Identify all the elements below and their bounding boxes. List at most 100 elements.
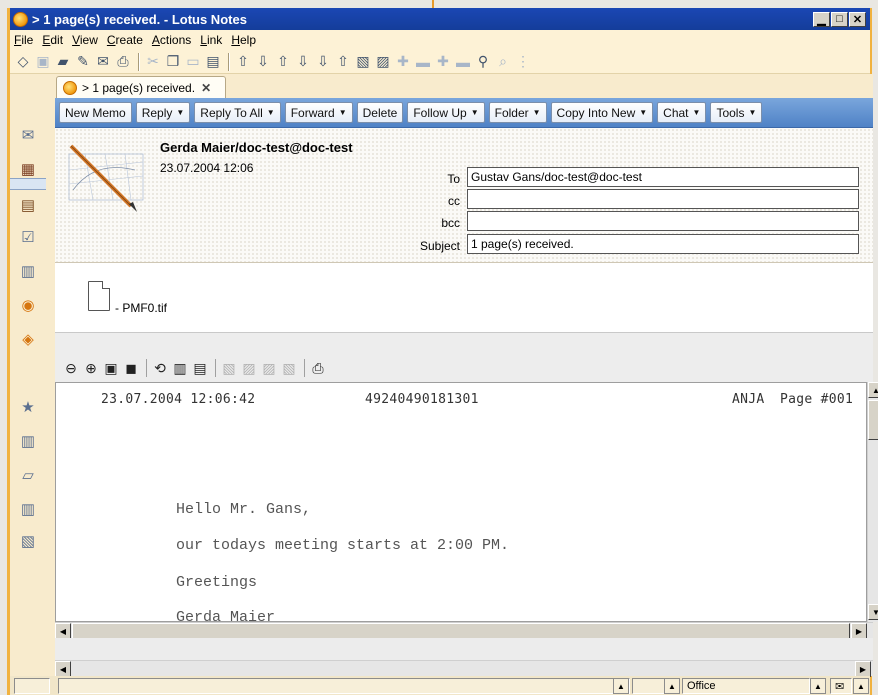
location-arrow-icon[interactable]: ▲ [810,678,826,694]
reply-button[interactable]: Reply ▼ [135,102,191,123]
follow-up-button[interactable]: Follow Up ▼ [407,102,485,123]
history-bookmark-icon[interactable]: ▱ [16,464,40,486]
print-icon[interactable]: ⎙ [114,53,132,71]
navigate-next-icon[interactable]: ⇩ [294,53,312,71]
previous-unread-icon[interactable]: ⇧ [334,53,352,71]
cut-icon[interactable]: ✂ [144,53,162,71]
file-attachment-icon[interactable] [88,281,110,311]
scroll-right-icon[interactable]: ▶ [851,623,867,639]
fax-image-view[interactable]: 23.07.2004 12:06:42 49240490181301 ANJA … [55,382,867,622]
show-main-icon[interactable]: ▨ [374,53,392,71]
rotate-left-icon[interactable]: ▥ [171,359,189,377]
vertical-scroll-thumb[interactable] [868,400,878,440]
mail-bookmark-icon[interactable]: ✉ [16,124,40,146]
title-bar[interactable]: > 1 page(s) received. - Lotus Notes ▁ □ … [10,8,870,30]
copy-into-new-button[interactable]: Copy Into New ▼ [550,102,654,123]
expand-all-icon[interactable]: ✚ [394,53,412,71]
status-message-cell[interactable] [58,678,630,694]
folder-button[interactable]: Folder ▼ [488,102,547,123]
save-icon[interactable]: ▣ [34,53,52,71]
fit-width-icon[interactable]: ▣ [102,359,120,377]
tab-received-fax[interactable]: > 1 page(s) received. ✕ [56,76,226,98]
mail-status-arrow-icon[interactable]: ▲ [853,678,869,694]
menu-view[interactable]: View [72,33,98,47]
scroll-left-icon[interactable]: ◀ [55,623,71,639]
menu-link[interactable]: Link [200,33,222,47]
rotate-right-icon[interactable]: ▤ [191,359,209,377]
scroll-right-icon[interactable]: ▶ [855,661,871,677]
lotus-notes-app-icon[interactable] [13,11,28,27]
zoom-out-icon[interactable]: ⊖ [62,359,80,377]
scroll-down-icon[interactable]: ▼ [868,604,878,620]
zoom-in-icon[interactable]: ⊕ [82,359,100,377]
first-page-icon[interactable]: ▧ [220,359,238,377]
horizontal-scroll-thumb[interactable] [72,623,850,639]
replicator-bookmark-icon[interactable]: ▥ [16,260,40,282]
tools-button[interactable]: Tools ▼ [710,102,763,123]
menu-file[interactable]: File [14,33,33,47]
to-field[interactable]: Gustav Gans/doc-test@doc-test [467,167,859,187]
fit-page-icon[interactable]: ◼ [122,359,140,377]
subject-field[interactable]: 1 page(s) received. [467,234,859,254]
navigate-previous-icon[interactable]: ⇧ [274,53,292,71]
edit-pencil-icon[interactable]: ✎ [74,53,92,71]
forward-button[interactable]: Forward ▼ [284,102,353,123]
open-folder-icon[interactable]: ▰ [54,53,72,71]
rotate-icon[interactable]: ⟲ [151,359,169,377]
document-horizontal-scrollbar[interactable]: ◀ ▶ [55,660,873,677]
favorites-bookmark-icon[interactable]: ◉ [16,294,40,316]
scroll-up-icon[interactable]: ▲ [868,382,878,398]
copy-icon[interactable]: ❐ [164,53,182,71]
attachment-name[interactable]: - PMF0.tif [115,301,167,315]
toolbar-options-icon[interactable]: ⋮ [514,53,532,71]
location-selector[interactable]: Office [682,678,810,694]
paste-disabled-icon[interactable]: ▭ [184,53,202,71]
menu-create[interactable]: Create [107,33,143,47]
todo-bookmark-icon[interactable]: ☑ [16,226,40,248]
menu-edit[interactable]: Edit [42,33,63,47]
navigate-first-icon[interactable]: ⇧ [234,53,252,71]
status-online-arrow-icon[interactable]: ▲ [664,678,680,694]
menu-actions[interactable]: Actions [152,33,191,47]
search-binoculars-icon[interactable]: ⚲ [474,53,492,71]
cc-field[interactable] [467,189,859,209]
window-title: > 1 page(s) received. - Lotus Notes [32,11,247,27]
internet-bookmark-icon[interactable]: ▥ [16,498,40,520]
expand-icon[interactable]: ✚ [434,53,452,71]
databases-bookmark-icon[interactable]: ◈ [16,328,40,350]
next-page-icon[interactable]: ▨ [260,359,278,377]
chat-button[interactable]: Chat ▼ [657,102,707,123]
last-page-icon[interactable]: ▧ [280,359,298,377]
status-message-arrow-icon[interactable]: ▲ [613,678,629,694]
scroll-left-icon[interactable]: ◀ [55,661,71,677]
collapse-all-icon[interactable]: ▬ [414,53,432,71]
print-image-icon[interactable]: ⎙ [309,359,327,377]
status-indicator-cell[interactable] [14,678,50,694]
next-unread-icon[interactable]: ⇩ [314,53,332,71]
database-folder-icon[interactable]: ▥ [16,430,40,452]
more-bookmarks-icon[interactable]: ★ [16,396,40,418]
reply-to-all-button[interactable]: Reply To All ▼ [194,102,281,123]
delete-button[interactable]: Delete [356,102,404,123]
search-magnifier-icon[interactable]: ⌕ [494,53,512,71]
mail-status-icon[interactable]: ✉ [830,678,852,694]
previous-page-icon[interactable]: ▨ [240,359,258,377]
navigate-last-icon[interactable]: ⇩ [254,53,272,71]
applications-bookmark-icon[interactable]: ▧ [16,530,40,552]
paste-icon[interactable]: ▤ [204,53,222,71]
show-parent-icon[interactable]: ▧ [354,53,372,71]
send-mail-icon[interactable]: ✉ [94,53,112,71]
bcc-field[interactable] [467,211,859,231]
tab-close-icon[interactable]: ✕ [201,81,211,95]
calendar-bookmark-icon[interactable]: ▦ [16,158,40,180]
fax-horizontal-scrollbar[interactable]: ◀ ▶ [55,622,873,639]
collapse-icon[interactable]: ▬ [454,53,472,71]
address-book-bookmark-icon[interactable]: ▤ [16,194,40,216]
fax-vertical-scrollbar[interactable]: ▲ ▼ [867,382,878,622]
minimize-button[interactable]: ▁ [813,11,830,27]
menu-help[interactable]: Help [231,33,256,47]
close-button[interactable]: ✕ [849,11,866,27]
maximize-button[interactable]: □ [831,11,848,27]
new-memo-button[interactable]: New Memo [59,102,132,123]
home-diamond-icon[interactable]: ◇ [14,53,32,71]
